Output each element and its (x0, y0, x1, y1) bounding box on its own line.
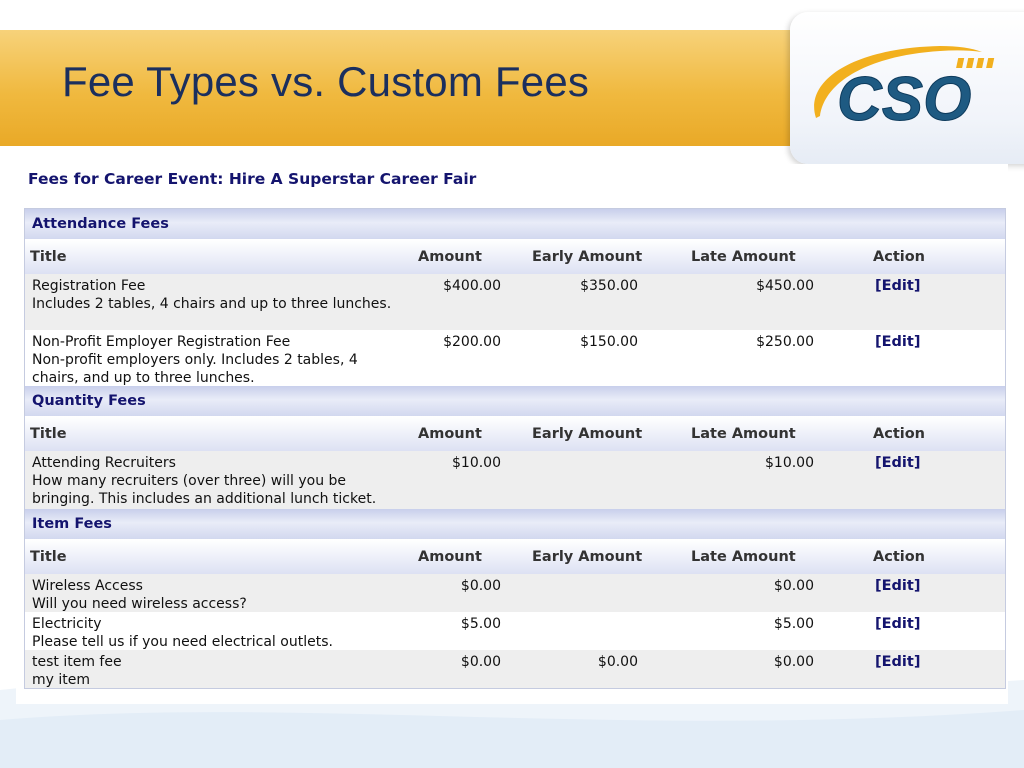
section-header-item: Item Fees (25, 509, 1005, 540)
fee-title-cell: Wireless Access Will you need wireless a… (32, 577, 392, 613)
col-early-amount: Early Amount (532, 426, 643, 442)
slide-title: Fee Types vs. Custom Fees (62, 58, 590, 105)
fee-description: Includes 2 tables, 4 chairs and up to th… (32, 296, 392, 312)
late-amount-value: $5.00 (773, 616, 814, 632)
edit-link[interactable]: [Edit] (875, 653, 920, 671)
page-heading: Fees for Career Event: Hire A Superstar … (28, 170, 477, 188)
late-amount-value: $250.00 (756, 334, 814, 350)
table-row: Registration Fee Includes 2 tables, 4 ch… (25, 274, 1005, 330)
late-amount-value: $0.00 (773, 654, 814, 670)
edit-link[interactable]: [Edit] (875, 333, 920, 351)
section-header-quantity: Quantity Fees (25, 386, 1005, 417)
fee-title: Registration Fee (32, 278, 146, 294)
fee-description: How many recruiters (over three) will yo… (32, 473, 377, 507)
cso-logo: CSO (790, 12, 1024, 164)
fee-title: test item fee (32, 654, 122, 670)
col-title: Title (30, 426, 67, 442)
col-early-amount: Early Amount (532, 549, 643, 565)
table-row: Attending Recruiters How many recruiters… (25, 451, 1005, 509)
late-amount-value: $0.00 (773, 578, 814, 594)
col-action: Action (873, 426, 926, 442)
col-amount: Amount (418, 249, 482, 265)
fee-title-cell: Non-Profit Employer Registration Fee Non… (32, 333, 392, 387)
early-amount-value: $150.00 (580, 334, 638, 350)
fee-title-cell: Electricity Please tell us if you need e… (32, 615, 392, 651)
col-amount: Amount (418, 426, 482, 442)
edit-link[interactable]: [Edit] (875, 577, 920, 595)
amount-value: $10.00 (452, 455, 501, 471)
table-row: Non-Profit Employer Registration Fee Non… (25, 330, 1005, 386)
fee-title: Non-Profit Employer Registration Fee (32, 334, 291, 350)
column-header-row: Title Amount Early Amount Late Amount Ac… (25, 540, 1005, 574)
amount-value: $400.00 (443, 278, 501, 294)
section-header-attendance: Attendance Fees (25, 209, 1005, 240)
fee-title: Attending Recruiters (32, 455, 176, 471)
col-early-amount: Early Amount (532, 249, 643, 265)
col-action: Action (873, 549, 926, 565)
amount-value: $0.00 (460, 578, 501, 594)
fee-title: Wireless Access (32, 578, 143, 594)
fee-title-cell: Attending Recruiters How many recruiters… (32, 454, 392, 508)
table-row: Wireless Access Will you need wireless a… (25, 574, 1005, 612)
early-amount-value: $0.00 (597, 654, 638, 670)
table-row: Electricity Please tell us if you need e… (25, 612, 1005, 650)
fee-title: Electricity (32, 616, 102, 632)
fees-panel: Fees for Career Event: Hire A Superstar … (16, 164, 1008, 704)
fee-description: Please tell us if you need electrical ou… (32, 634, 333, 650)
table-row: test item fee my item $0.00 $0.00 $0.00 … (25, 650, 1005, 688)
fee-description: my item (32, 672, 91, 688)
fee-description: Will you need wireless access? (32, 596, 247, 612)
fee-title-cell: Registration Fee Includes 2 tables, 4 ch… (32, 277, 392, 313)
edit-link[interactable]: [Edit] (875, 615, 920, 633)
col-amount: Amount (418, 549, 482, 565)
column-header-row: Title Amount Early Amount Late Amount Ac… (25, 240, 1005, 274)
fee-title-cell: test item fee my item (32, 653, 392, 689)
col-title: Title (30, 549, 67, 565)
column-header-row: Title Amount Early Amount Late Amount Ac… (25, 417, 1005, 451)
col-late-amount: Late Amount (691, 426, 796, 442)
amount-value: $200.00 (443, 334, 501, 350)
fee-description: Non-profit employers only. Includes 2 ta… (32, 352, 358, 386)
col-late-amount: Late Amount (691, 249, 796, 265)
col-title: Title (30, 249, 67, 265)
logo-text: CSO (837, 65, 971, 134)
fees-table: Attendance Fees Title Amount Early Amoun… (24, 208, 1006, 689)
late-amount-value: $10.00 (765, 455, 814, 471)
col-action: Action (873, 249, 926, 265)
col-late-amount: Late Amount (691, 549, 796, 565)
late-amount-value: $450.00 (756, 278, 814, 294)
edit-link[interactable]: [Edit] (875, 454, 920, 472)
amount-value: $5.00 (460, 616, 501, 632)
cso-logo-icon: CSO (814, 46, 995, 135)
amount-value: $0.00 (460, 654, 501, 670)
early-amount-value: $350.00 (580, 278, 638, 294)
edit-link[interactable]: [Edit] (875, 277, 920, 295)
